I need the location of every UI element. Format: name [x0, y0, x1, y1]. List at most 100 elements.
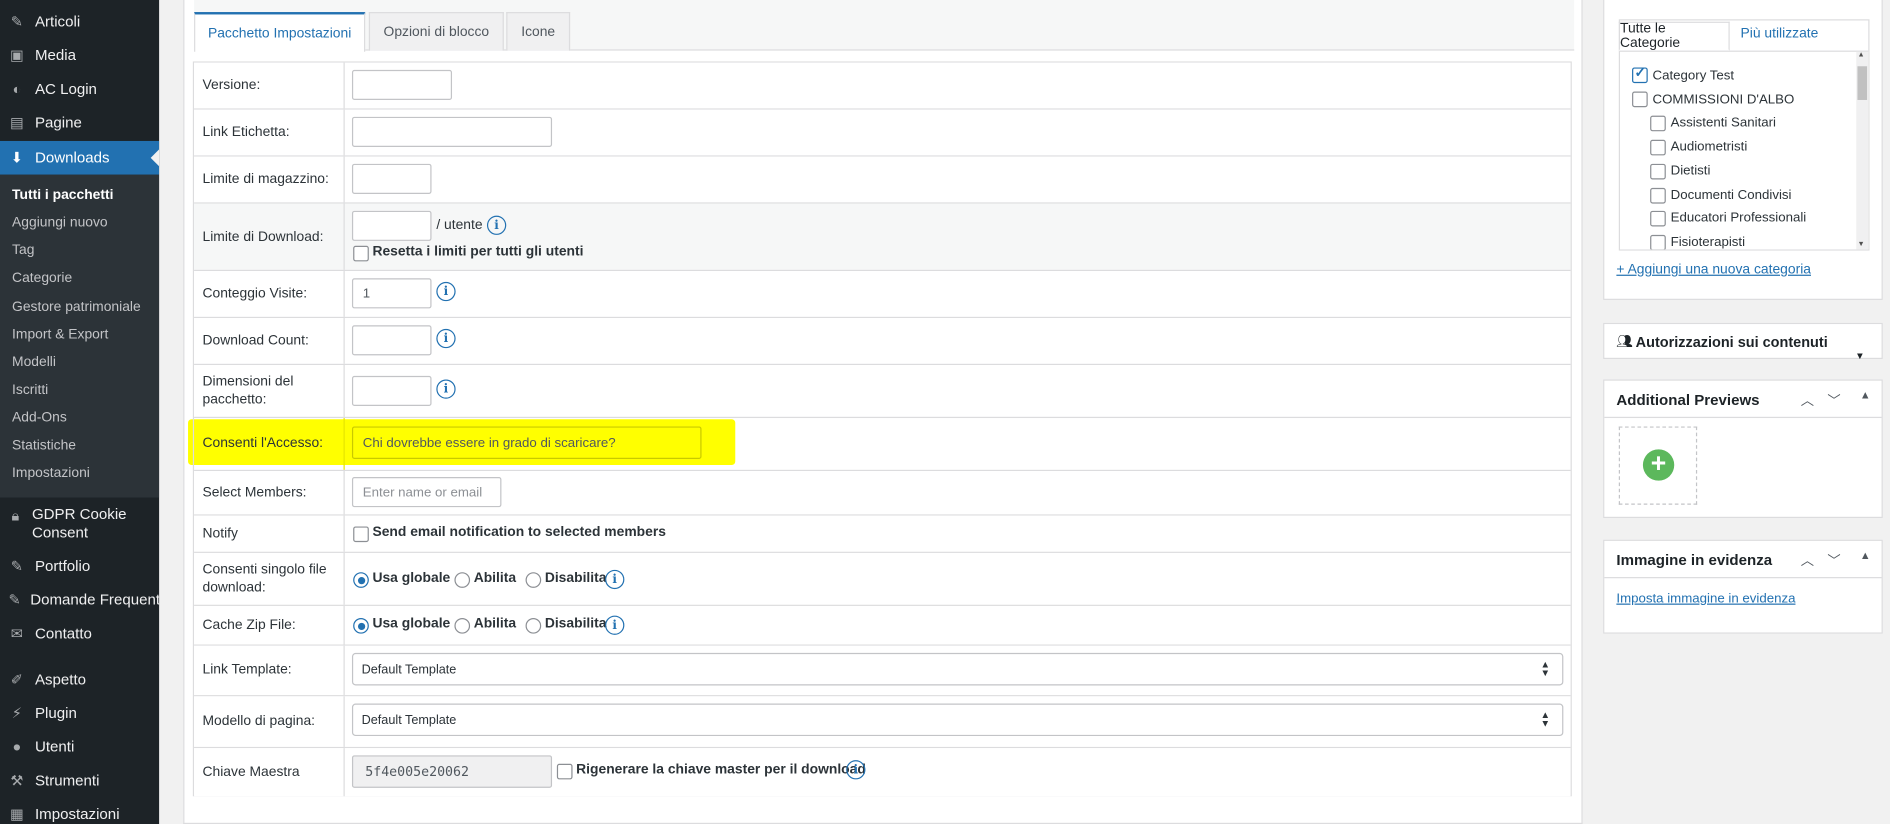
- menu-pagine[interactable]: ▤ Pagine: [0, 106, 159, 140]
- collapse-icon[interactable]: ▲: [1860, 549, 1871, 561]
- wrench-icon: ⚒︎: [10, 772, 24, 790]
- scroll-down-icon[interactable]: ▼: [1857, 241, 1864, 248]
- category-scrollbar[interactable]: ▲ ▼: [1856, 51, 1869, 250]
- select-arrows-icon: ▲ ▼: [1540, 658, 1551, 679]
- label-notify: Notify: [202, 526, 238, 541]
- label-chiave-maestra: Chiave Maestra: [202, 764, 300, 780]
- download-count-input[interactable]: [351, 325, 432, 356]
- category-checkbox[interactable]: ✓: [1632, 66, 1648, 84]
- autorizzazioni-box: 👥︎ Autorizzazioni sui contenuti ▼: [1603, 322, 1883, 362]
- row-singolo-file: Consenti singolo file download: Usa glob…: [194, 552, 1571, 606]
- link-template-select[interactable]: Default Template ▲ ▼: [351, 652, 1564, 686]
- dimensioni-input[interactable]: [351, 375, 432, 406]
- submenu-import-export[interactable]: Import & Export: [12, 328, 108, 342]
- additional-previews-title: Additional Previews: [1616, 391, 1760, 409]
- menu-articoli[interactable]: ✎ Articoli: [0, 5, 159, 39]
- submenu-statistiche[interactable]: Statistiche: [12, 439, 76, 453]
- move-up-icon[interactable]: ︿: [1801, 551, 1814, 570]
- category-label: Educatori Professionali: [1670, 210, 1807, 226]
- resetta-label: Resetta i limiti per tutti gli utenti: [372, 244, 584, 260]
- menu-portfolio[interactable]: ✎ Portfolio: [0, 549, 159, 583]
- limite-magazzino-input[interactable]: [351, 163, 432, 194]
- rigenerare-checkbox[interactable]: [556, 763, 573, 780]
- menu-aspetto[interactable]: ✐ Aspetto: [0, 663, 159, 697]
- cache-globale-radio[interactable]: [353, 618, 369, 634]
- info-icon[interactable]: i: [605, 615, 625, 635]
- immagine-evidenza-box: Immagine in evidenza ︿ ﹀ ▲ Imposta immag…: [1603, 539, 1883, 634]
- menu-domande-frequenti[interactable]: ✎ Domande Frequenti: [0, 583, 159, 617]
- info-icon[interactable]: i: [846, 760, 866, 780]
- menu-ac-login[interactable]: ◐ AC Login: [0, 72, 159, 106]
- info-icon[interactable]: i: [486, 215, 507, 235]
- limite-download-input[interactable]: [351, 210, 432, 241]
- add-icon[interactable]: +: [1642, 449, 1675, 481]
- category-checkbox[interactable]: [1632, 91, 1648, 108]
- submenu-tutti-pacchetti[interactable]: Tutti i pacchetti: [12, 188, 113, 202]
- modello-pagina-select[interactable]: Default Template ▲ ▼: [351, 703, 1564, 737]
- add-preview-dropzone[interactable]: +: [1618, 426, 1698, 505]
- submenu-modelli[interactable]: Modelli: [12, 355, 56, 369]
- versione-input[interactable]: [351, 69, 453, 100]
- category-checkbox[interactable]: [1650, 115, 1666, 132]
- category-checkbox[interactable]: [1650, 210, 1666, 227]
- singolo-globale-radio[interactable]: [353, 572, 369, 588]
- move-down-icon[interactable]: ﹀: [1827, 390, 1840, 409]
- access-roles-input[interactable]: Chi dovrebbe essere in grado di scaricar…: [351, 426, 702, 459]
- submenu-categorie[interactable]: Categorie: [12, 271, 72, 285]
- gauge-icon: ◐: [12, 80, 22, 98]
- submenu-add-ons[interactable]: Add-Ons: [12, 411, 67, 425]
- menu-utenti[interactable]: ● Utenti: [0, 730, 159, 764]
- menu-gdpr[interactable]: 🔒︎ GDPR Cookie Consent: [0, 506, 159, 547]
- info-icon[interactable]: i: [605, 569, 625, 590]
- members-search-input[interactable]: Enter name or email: [351, 477, 502, 508]
- submenu-iscritti[interactable]: Iscritti: [12, 383, 48, 397]
- media-icon: ▣: [10, 46, 24, 64]
- tab-piu-utilizzate[interactable]: Più utilizzate: [1741, 27, 1819, 41]
- tab-opzioni-blocco[interactable]: Opzioni di blocco: [368, 12, 504, 51]
- menu-media[interactable]: ▣ Media: [0, 39, 159, 73]
- tab-pacchetto-impostazioni[interactable]: Pacchetto Impostazioni: [194, 12, 366, 52]
- downloads-submenu: Tutti i pacchetti Aggiungi nuovo Tag Cat…: [0, 174, 160, 498]
- category-checkbox[interactable]: [1650, 163, 1666, 180]
- menu-strumenti[interactable]: ⚒︎ Strumenti: [0, 764, 159, 798]
- menu-label: Pagine: [34, 114, 82, 132]
- menu-contatto[interactable]: ✉ Contatto: [0, 617, 159, 651]
- info-icon[interactable]: i: [436, 281, 456, 302]
- tab-tutte-categorie[interactable]: Tutte le Categorie: [1618, 21, 1730, 51]
- category-checkbox[interactable]: [1650, 187, 1666, 204]
- link-etichetta-input[interactable]: [351, 116, 553, 147]
- move-down-icon[interactable]: ﹀: [1827, 551, 1840, 570]
- notify-checkbox[interactable]: [353, 526, 369, 543]
- cache-abilita-radio[interactable]: [454, 618, 471, 634]
- menu-label: AC Login: [34, 80, 97, 98]
- scroll-up-icon[interactable]: ▲: [1857, 52, 1864, 59]
- menu-plugin[interactable]: ⚡︎ Plugin: [0, 696, 159, 730]
- label-conteggio-visite: Conteggio Visite:: [202, 286, 308, 302]
- submenu-aggiungi-nuovo[interactable]: Aggiungi nuovo: [12, 216, 108, 230]
- set-featured-image-link[interactable]: Imposta immagine in evidenza: [1616, 591, 1795, 605]
- info-icon[interactable]: i: [436, 328, 456, 349]
- submenu-tag[interactable]: Tag: [12, 243, 34, 257]
- add-category-link[interactable]: + Aggiungi una nuova categoria: [1616, 263, 1811, 277]
- menu-downloads[interactable]: ⬇ Downloads: [0, 140, 160, 175]
- submenu-gestore-patrimoniale[interactable]: Gestore patrimoniale: [12, 300, 141, 314]
- category-checkbox[interactable]: [1650, 139, 1666, 156]
- cache-disabilita-radio[interactable]: [525, 618, 542, 634]
- tab-icone[interactable]: Icone: [506, 12, 571, 51]
- menu-impostazioni[interactable]: ▦ Impostazioni: [0, 797, 159, 824]
- category-label: Assistenti Sanitari: [1670, 115, 1777, 131]
- autorizzazioni-title[interactable]: Autorizzazioni sui contenuti: [1636, 334, 1828, 351]
- submenu-impostazioni[interactable]: Impostazioni: [12, 466, 90, 480]
- toggle-arrow-icon[interactable]: ▼: [1855, 351, 1865, 362]
- brush-icon: ✐: [10, 671, 23, 688]
- singolo-abilita-radio[interactable]: [454, 572, 471, 588]
- collapse-icon[interactable]: ▲: [1860, 389, 1871, 401]
- singolo-disabilita-radio[interactable]: [525, 572, 542, 588]
- category-label: COMMISSIONI D'ALBO: [1652, 92, 1795, 108]
- menu-label: Aspetto: [34, 671, 87, 688]
- move-up-icon[interactable]: ︿: [1801, 390, 1814, 409]
- category-checkbox[interactable]: [1650, 234, 1666, 250]
- conteggio-visite-input[interactable]: 1: [351, 278, 432, 309]
- info-icon[interactable]: i: [436, 379, 456, 399]
- resetta-checkbox[interactable]: [353, 245, 369, 262]
